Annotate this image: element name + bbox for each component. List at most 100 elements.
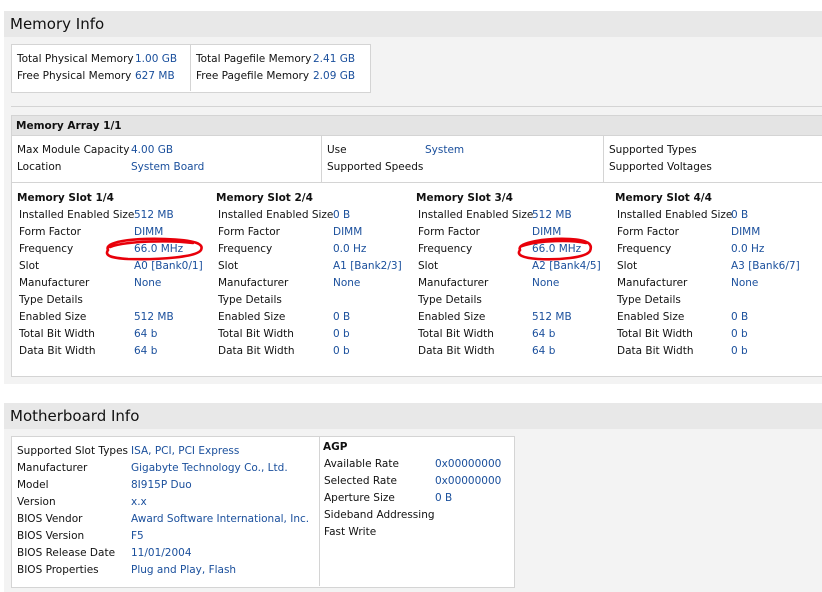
memory-slot-3-row-value: 66.0 MHz <box>532 243 582 255</box>
free-physical-memory-label: Free Physical Memory <box>17 70 132 82</box>
agp-row-label: Sideband Addressing <box>324 509 435 521</box>
memory-slot-4-row-value: A3 [Bank6/7] <box>731 260 800 272</box>
memory-slot-3-row-value: DIMM <box>532 226 562 238</box>
location-label: Location <box>17 161 62 173</box>
total-pagefile-memory-value: 2.41 GB <box>313 53 356 65</box>
memory-slot-2-row-label: Type Details <box>218 294 282 306</box>
memory-slot-3-row-label: Form Factor <box>418 226 480 238</box>
memory-slot-2-row-label: Total Bit Width <box>218 328 294 340</box>
memory-slot-3-row-label: Installed Enabled Size <box>418 209 534 221</box>
memory-info-header <box>4 11 822 37</box>
memory-slot-1-row-value: DIMM <box>134 226 164 238</box>
memory-slot-2-row-value: A1 [Bank2/3] <box>333 260 402 272</box>
array-divider-2 <box>603 136 604 182</box>
memory-slot-2-row-label: Slot <box>218 260 239 272</box>
memory-slot-1-row-label: Data Bit Width <box>19 345 96 357</box>
motherboard-row-label: Version <box>17 496 56 508</box>
memory-slot-1-row-value: 64 b <box>134 345 158 357</box>
memory-slot-2-row-label: Frequency <box>218 243 273 255</box>
memory-slot-1-row-value: A0 [Bank0/1] <box>134 260 203 272</box>
supported-speeds-label: Supported Speeds <box>327 161 424 173</box>
memory-slot-3-row-value: 512 MB <box>532 311 572 323</box>
motherboard-row-value: Award Software International, Inc. <box>131 513 310 525</box>
motherboard-row-value: 8I915P Duo <box>131 479 192 491</box>
total-physical-memory-label: Total Physical Memory <box>17 53 134 65</box>
memory-slot-1-row-label: Frequency <box>19 243 74 255</box>
memory-slot-4-title: Memory Slot 4/4 <box>615 192 712 204</box>
max-module-capacity-label: Max Module Capacity <box>17 144 130 156</box>
agp-row-label: Available Rate <box>324 458 399 470</box>
memory-slot-1-row-value: 512 MB <box>134 311 174 323</box>
use-value: System <box>425 144 465 156</box>
free-physical-memory-value: 627 MB <box>135 70 175 82</box>
memory-info-title: Memory Info <box>10 15 105 33</box>
free-pagefile-memory-label: Free Pagefile Memory <box>196 70 310 82</box>
motherboard-row-label: BIOS Version <box>17 530 85 542</box>
motherboard-row-value: Plug and Play, Flash <box>131 564 237 576</box>
memory-slot-3-row-label: Data Bit Width <box>418 345 495 357</box>
motherboard-divider <box>319 437 320 586</box>
total-pagefile-memory-label: Total Pagefile Memory <box>196 53 312 65</box>
memory-slot-1-row-label: Slot <box>19 260 40 272</box>
memory-slot-1-row-value: None <box>134 277 162 289</box>
memory-slot-2-row-label: Installed Enabled Size <box>218 209 334 221</box>
memory-slot-1-row-label: Total Bit Width <box>19 328 95 340</box>
memory-slot-2-row-value: 0 B <box>333 209 351 221</box>
memory-slot-4-row-label: Total Bit Width <box>617 328 693 340</box>
memory-slot-3-row-label: Frequency <box>418 243 473 255</box>
memory-slot-3-row-label: Total Bit Width <box>418 328 494 340</box>
memory-slot-4-row-value: 0 b <box>731 345 748 357</box>
memory-slot-1-row-value: 64 b <box>134 328 158 340</box>
memory-slot-2-row-value: 0 b <box>333 328 350 340</box>
memory-slot-1-row-label: Installed Enabled Size <box>19 209 135 221</box>
memory-slot-2-row-value: None <box>333 277 361 289</box>
memory-slot-4-row-label: Installed Enabled Size <box>617 209 733 221</box>
memory-slot-2-row-value: 0.0 Hz <box>333 243 367 255</box>
memory-slot-3-row-label: Manufacturer <box>418 277 489 289</box>
memory-slot-3-row-value: A2 [Bank4/5] <box>532 260 601 272</box>
motherboard-row-label: BIOS Properties <box>17 564 99 576</box>
memory-slot-1-row-value: 66.0 MHz <box>134 243 184 255</box>
agp-row-label: Selected Rate <box>324 475 397 487</box>
agp-row-label: Fast Write <box>324 526 377 538</box>
memory-slot-4-row-value: 0.0 Hz <box>731 243 765 255</box>
memory-slot-1-row-value: 512 MB <box>134 209 174 221</box>
memory-slot-4-row-label: Type Details <box>617 294 681 306</box>
memory-array-title: Memory Array 1/1 <box>16 120 122 132</box>
memory-slot-2-row-label: Data Bit Width <box>218 345 295 357</box>
memory-slot-1-row-label: Enabled Size <box>19 311 87 323</box>
memory-slot-4-row-label: Form Factor <box>617 226 679 238</box>
memory-slot-3-row-value: 64 b <box>532 345 556 357</box>
memory-array-header <box>12 116 822 136</box>
memory-slot-4-row-label: Slot <box>617 260 638 272</box>
memory-slot-1-row-label: Manufacturer <box>19 277 90 289</box>
array-top-separator <box>11 106 822 107</box>
memory-slot-2-row-label: Form Factor <box>218 226 280 238</box>
motherboard-row-label: Model <box>17 479 49 491</box>
memory-slot-1-row-label: Type Details <box>19 294 83 306</box>
memory-slot-4-row-value: 0 b <box>731 328 748 340</box>
location-value: System Board <box>131 161 205 173</box>
use-label: Use <box>327 144 347 156</box>
memory-slot-3-title: Memory Slot 3/4 <box>416 192 513 204</box>
max-module-capacity-value: 4.00 GB <box>131 144 174 156</box>
memory-slot-4-row-value: 0 B <box>731 311 749 323</box>
motherboard-row-label: BIOS Release Date <box>17 547 116 559</box>
memory-slot-4-row-label: Enabled Size <box>617 311 685 323</box>
free-pagefile-memory-value: 2.09 GB <box>313 70 356 82</box>
summary-divider <box>190 45 191 91</box>
agp-row-value: 0x00000000 <box>435 475 502 487</box>
motherboard-row-value: Gigabyte Technology Co., Ltd. <box>131 462 288 474</box>
agp-row-value: 0x00000000 <box>435 458 502 470</box>
memory-slot-3-row-label: Slot <box>418 260 439 272</box>
motherboard-row-label: Manufacturer <box>17 462 88 474</box>
motherboard-row-label: Supported Slot Types <box>17 445 129 457</box>
motherboard-row-value: 11/01/2004 <box>131 547 192 559</box>
agp-title: AGP <box>323 441 348 453</box>
memory-slot-2-row-value: 0 b <box>333 345 350 357</box>
memory-slot-3-row-label: Enabled Size <box>418 311 486 323</box>
memory-slot-2-row-label: Enabled Size <box>218 311 286 323</box>
agp-row-label: Aperture Size <box>324 492 395 504</box>
memory-slot-4-row-value: None <box>731 277 759 289</box>
memory-slot-4-row-value: 0 B <box>731 209 749 221</box>
